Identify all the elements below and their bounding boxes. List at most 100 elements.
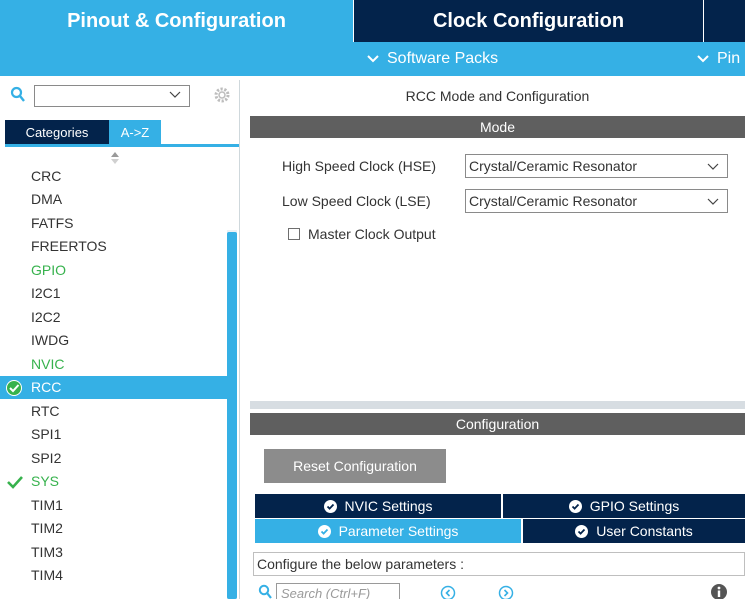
peripheral-item-tim1[interactable]: TIM1: [0, 493, 227, 517]
peripheral-search-input[interactable]: [34, 85, 190, 107]
check-circle-icon: [568, 499, 582, 513]
peripheral-label: IWDG: [31, 332, 70, 349]
peripheral-item-gpio[interactable]: GPIO: [0, 258, 227, 282]
tab-underline: [5, 144, 239, 147]
info-icon[interactable]: [710, 583, 728, 599]
scrollbar-thumb[interactable]: [227, 232, 237, 599]
parameter-hint: Configure the below parameters :: [253, 552, 745, 576]
lse-label: Low Speed Clock (LSE): [282, 193, 431, 209]
sort-arrow-icon[interactable]: [110, 152, 120, 164]
tab-gpio-settings[interactable]: GPIO Settings: [503, 494, 745, 518]
tab-user-constants[interactable]: User Constants: [523, 519, 745, 543]
chevron-down-icon: [169, 91, 181, 98]
peripheral-label: GPIO: [31, 261, 67, 278]
tab-nvic-settings[interactable]: NVIC Settings: [255, 494, 501, 518]
chevron-down-icon: [707, 198, 719, 205]
peripheral-label: TIM3: [31, 543, 63, 560]
lse-value: Crystal/Ceramic Resonator: [469, 193, 638, 209]
peripheral-label: NVIC: [31, 355, 65, 372]
peripheral-label: RTC: [31, 402, 60, 419]
peripheral-item-nvic[interactable]: NVIC: [0, 352, 227, 376]
pinout-menu[interactable]: Pin: [696, 42, 740, 76]
software-packs-label: Software Packs: [387, 50, 499, 67]
peripheral-item-freertos[interactable]: FREERTOS: [0, 235, 227, 259]
peripheral-item-spi1[interactable]: SPI1: [0, 423, 227, 447]
view-tabs: Categories A->Z: [5, 120, 161, 144]
tab-categories[interactable]: Categories: [5, 120, 109, 144]
tab-pinout-label: Pinout & Configuration: [67, 9, 286, 32]
peripheral-label: RCC: [31, 379, 62, 396]
previous-icon[interactable]: [440, 585, 456, 599]
chevron-down-icon: [367, 55, 379, 63]
peripheral-item-tim3[interactable]: TIM3: [0, 540, 227, 564]
tab-categories-label: Categories: [25, 124, 89, 140]
peripheral-label: TIM1: [31, 496, 63, 513]
tab-parameter-settings[interactable]: Parameter Settings: [255, 519, 521, 543]
master-clock-output-row[interactable]: Master Clock Output: [288, 226, 436, 242]
peripheral-label: I2C2: [31, 308, 61, 325]
tab-overflow[interactable]: [703, 0, 745, 42]
next-icon[interactable]: [498, 585, 514, 599]
peripheral-label: TIM2: [31, 520, 63, 537]
check-circle-icon: [6, 379, 22, 396]
sub-toolbar: Software Packs Pin: [0, 42, 745, 76]
peripheral-tree-panel: Categories A->Z CRC DMA FATFS FREERTOS GPIO I…: [0, 80, 240, 599]
peripheral-item-tim4[interactable]: TIM4: [0, 564, 227, 588]
peripheral-item-i2c2[interactable]: I2C2: [0, 305, 227, 329]
reset-configuration-button[interactable]: Reset Configuration: [264, 449, 446, 483]
software-packs-menu[interactable]: Software Packs: [366, 42, 498, 76]
peripheral-item-tim2[interactable]: TIM2: [0, 517, 227, 541]
parameter-search-placeholder: Search (Ctrl+F): [281, 585, 371, 599]
lse-row: Low Speed Clock (LSE) Crystal/Ceramic Re…: [282, 189, 728, 213]
peripheral-item-fatfs[interactable]: FATFS: [0, 211, 227, 235]
chevron-down-icon: [707, 163, 719, 170]
peripheral-label: FREERTOS: [31, 238, 107, 255]
peripheral-item-spi2[interactable]: SPI2: [0, 446, 227, 470]
stm32cubemx-window: Pinout & Configuration Clock Configurati…: [0, 0, 745, 599]
reset-configuration-label: Reset Configuration: [293, 458, 417, 474]
peripheral-list: CRC DMA FATFS FREERTOS GPIO I2C1 I2C2 IWDG NVIC R…: [0, 164, 227, 587]
parameter-search-input[interactable]: Search (Ctrl+F): [276, 583, 400, 599]
search-icon[interactable]: [10, 86, 26, 104]
peripheral-label: FATFS: [31, 214, 74, 231]
tab-clock-configuration[interactable]: Clock Configuration: [353, 0, 703, 42]
peripheral-item-dma[interactable]: DMA: [0, 188, 227, 212]
peripheral-label: TIM4: [31, 567, 63, 584]
peripheral-search-row: [0, 80, 240, 112]
hse-select[interactable]: Crystal/Ceramic Resonator: [465, 154, 728, 178]
tab-clock-label: Clock Configuration: [432, 9, 625, 32]
peripheral-item-rcc[interactable]: RCC: [0, 375, 227, 399]
hse-value: Crystal/Ceramic Resonator: [469, 158, 638, 174]
peripheral-item-crc[interactable]: CRC: [0, 164, 227, 188]
peripheral-item-i2c1[interactable]: I2C1: [0, 282, 227, 306]
master-clock-output-checkbox[interactable]: [288, 228, 300, 240]
gear-icon[interactable]: [213, 86, 231, 104]
check-circle-icon: [323, 499, 337, 513]
peripheral-item-sys[interactable]: SYS: [0, 470, 227, 494]
lse-select[interactable]: Crystal/Ceramic Resonator: [465, 189, 728, 213]
tab-nvic-label: NVIC Settings: [344, 498, 433, 514]
pinout-menu-label: Pin: [717, 50, 741, 67]
rcc-config-panel: RCC Mode and Configuration Mode High Spe…: [250, 80, 745, 599]
configuration-header-label: Configuration: [455, 416, 540, 432]
panel-splitter[interactable]: [250, 401, 745, 409]
page-title: RCC Mode and Configuration: [405, 88, 590, 104]
check-circle-icon: [317, 524, 331, 538]
mode-section-header: Mode: [250, 116, 745, 138]
master-clock-output-label: Master Clock Output: [308, 226, 436, 242]
top-tab-bar: Pinout & Configuration Clock Configurati…: [0, 0, 745, 42]
tab-a-to-z-label: A->Z: [120, 124, 150, 140]
tab-pinout-configuration[interactable]: Pinout & Configuration: [0, 0, 353, 42]
peripheral-item-iwdg[interactable]: IWDG: [0, 329, 227, 353]
hse-label: High Speed Clock (HSE): [282, 158, 437, 174]
search-icon[interactable]: [258, 584, 273, 599]
peripheral-label: CRC: [31, 167, 62, 184]
peripheral-item-rtc[interactable]: RTC: [0, 399, 227, 423]
tab-a-to-z[interactable]: A->Z: [109, 120, 161, 144]
check-circle-icon: [575, 524, 589, 538]
parameter-hint-text: Configure the below parameters :: [257, 556, 464, 572]
peripheral-label: SPI1: [31, 426, 62, 443]
mode-header-label: Mode: [479, 119, 516, 135]
chevron-down-icon: [697, 55, 709, 63]
peripheral-label: SYS: [31, 473, 60, 490]
